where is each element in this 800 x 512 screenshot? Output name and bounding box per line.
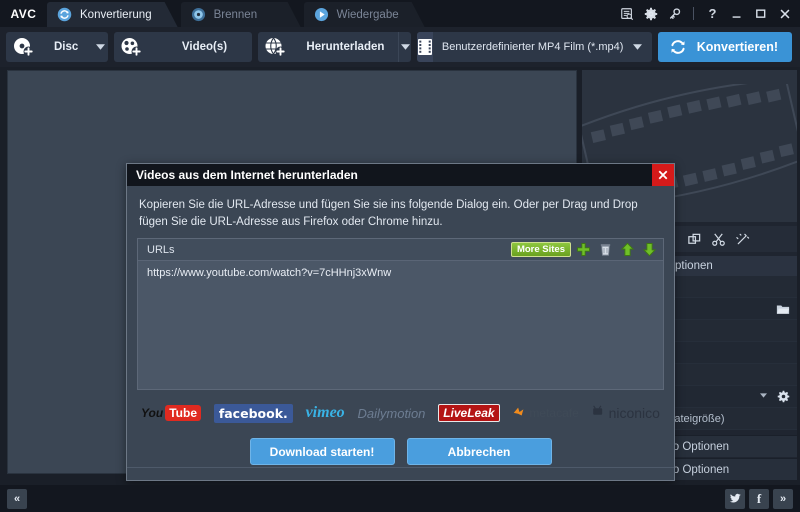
cancel-button[interactable]: Abbrechen xyxy=(406,438,552,466)
liveleak-logo-text: LiveLeak xyxy=(438,404,500,423)
videos-button-label: Video(s) xyxy=(181,41,228,53)
gear-icon[interactable] xyxy=(775,389,791,405)
chevron-down-icon[interactable] xyxy=(760,393,767,400)
notes-icon[interactable] xyxy=(619,6,634,21)
collapse-left-button[interactable]: « xyxy=(7,488,27,509)
move-up-icon[interactable] xyxy=(617,240,637,260)
dailymotion-logo: Dailymotion xyxy=(357,405,426,421)
liveleak-logo: LiveLeak xyxy=(438,403,500,423)
bottom-bar: « f » xyxy=(0,485,800,512)
download-button-label: Herunterladen xyxy=(306,41,385,53)
crop-icon[interactable] xyxy=(682,228,706,250)
video-add-icon xyxy=(114,32,148,62)
tab-label: Konvertierung xyxy=(80,8,152,21)
chevron-down-icon[interactable] xyxy=(633,43,651,52)
convert-button-label: Konvertieren! xyxy=(696,40,778,54)
close-icon[interactable] xyxy=(777,6,792,21)
url-column-header: URLs xyxy=(147,243,175,256)
convert-button[interactable]: Konvertieren! xyxy=(657,32,792,62)
facebook-logo: facebook. xyxy=(213,403,293,423)
metacafe-logo: metacafe xyxy=(512,403,579,423)
url-list-panel: URLs More Sites https://www.youtube.com/… xyxy=(137,238,664,391)
convert-icon xyxy=(57,7,72,22)
globe-add-icon xyxy=(258,32,292,62)
close-icon[interactable] xyxy=(652,164,674,186)
divider xyxy=(127,467,674,468)
bottom-bar-right: f » xyxy=(725,488,793,509)
output-profile-selector[interactable]: Benutzerdefinierter MP4 Film (*.mp4) xyxy=(416,32,652,62)
dialog-actions: Download starten! Abbrechen xyxy=(127,438,674,466)
divider xyxy=(693,7,694,20)
delete-url-icon[interactable] xyxy=(595,240,615,260)
start-download-button[interactable]: Download starten! xyxy=(249,438,395,466)
main-area: Fügen xyxy=(0,67,800,485)
folder-icon[interactable] xyxy=(775,301,791,317)
url-list-header: URLs More Sites xyxy=(138,239,663,262)
disc-dropdown-caret[interactable] xyxy=(92,32,108,62)
play-icon xyxy=(314,7,329,22)
application-window: AVC Konvertierung Brennen Wiedergabe ? D… xyxy=(0,0,800,512)
niconico-logo: niconico xyxy=(592,403,660,423)
facebook-logo-text: facebook. xyxy=(213,403,293,423)
cut-icon[interactable] xyxy=(706,228,730,250)
videos-button-group[interactable]: Video(s) xyxy=(113,32,253,62)
collapse-right-button[interactable]: » xyxy=(773,488,793,509)
list-item[interactable]: https://www.youtube.com/watch?v=7cHHnj3x… xyxy=(147,267,654,279)
facebook-icon[interactable]: f xyxy=(749,488,769,509)
twitter-icon[interactable] xyxy=(725,488,745,509)
download-videos-dialog: Videos aus dem Internet herunterladen Ko… xyxy=(126,163,675,481)
tab-label: Brennen xyxy=(213,8,258,21)
metacafe-mark-icon xyxy=(512,405,526,422)
youtube-logo-text-a: You xyxy=(141,406,164,421)
title-bar: AVC Konvertierung Brennen Wiedergabe ? xyxy=(0,0,800,27)
supported-sites-logos: You Tube facebook. vimeo Dailymotion Live… xyxy=(141,400,660,426)
tab-label: Wiedergabe xyxy=(336,8,399,21)
vimeo-logo: vimeo xyxy=(305,404,345,422)
tab-wiedergabe[interactable]: Wiedergabe xyxy=(304,2,425,27)
minimize-icon[interactable] xyxy=(729,6,744,21)
disc-button-group[interactable]: Disc xyxy=(6,32,108,62)
gear-icon[interactable] xyxy=(643,6,658,21)
film-icon xyxy=(416,32,433,62)
tab-bar: Konvertierung Brennen Wiedergabe xyxy=(47,0,428,27)
disc-burn-icon xyxy=(191,7,206,22)
app-logo: AVC xyxy=(10,6,37,21)
move-down-icon[interactable] xyxy=(639,240,659,260)
maximize-icon[interactable] xyxy=(753,6,768,21)
main-toolbar: Disc Video(s) Herunterladen Benutzerdefi… xyxy=(0,27,800,67)
url-list-body[interactable]: https://www.youtube.com/watch?v=7cHHnj3x… xyxy=(138,261,663,285)
help-icon[interactable]: ? xyxy=(705,6,720,21)
window-controls: ? xyxy=(619,0,800,27)
download-button-group[interactable]: Herunterladen xyxy=(258,32,411,62)
download-dropdown-caret[interactable] xyxy=(398,32,410,62)
dialog-title: Videos aus dem Internet herunterladen xyxy=(136,168,358,182)
add-url-icon[interactable] xyxy=(573,240,593,260)
youtube-logo: You Tube xyxy=(141,403,201,423)
youtube-logo-text-b: Tube xyxy=(165,405,201,422)
more-sites-button[interactable]: More Sites xyxy=(510,242,571,258)
tab-konvertierung[interactable]: Konvertierung xyxy=(47,2,178,27)
metacafe-logo-text: metacafe xyxy=(529,406,579,421)
key-icon[interactable] xyxy=(667,6,682,21)
output-profile-value: Benutzerdefinierter MP4 Film (*.mp4) xyxy=(441,41,624,53)
disc-add-icon xyxy=(6,32,40,62)
convert-arrows-icon xyxy=(667,36,689,58)
niconico-logo-text: niconico xyxy=(608,405,660,422)
niconico-tv-icon xyxy=(592,405,605,421)
tab-brennen[interactable]: Brennen xyxy=(181,2,301,27)
effects-icon[interactable] xyxy=(730,228,754,250)
dialog-title-bar: Videos aus dem Internet herunterladen xyxy=(127,164,674,186)
disc-button-label: Disc xyxy=(54,41,79,53)
dialog-description: Kopieren Sie die URL-Adresse und fügen S… xyxy=(139,199,638,228)
